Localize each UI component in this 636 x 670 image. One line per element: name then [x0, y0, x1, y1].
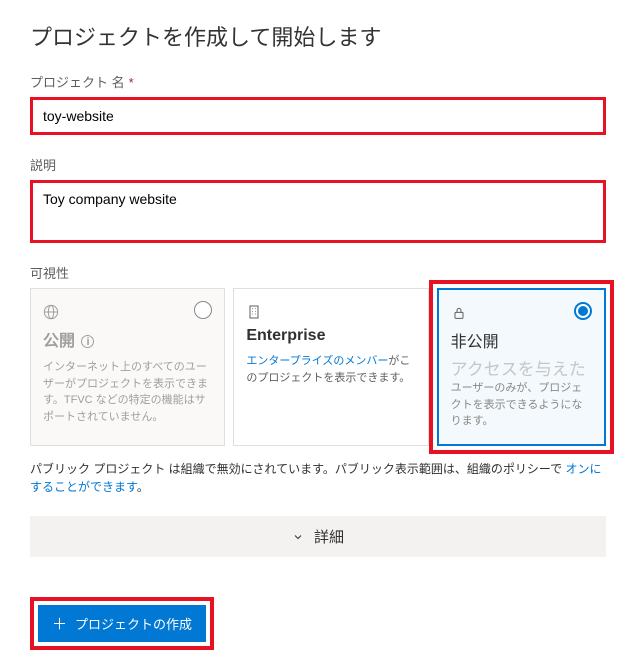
create-project-button[interactable]: ＋ プロジェクトの作成 — [38, 605, 206, 642]
policy-note: パブリック プロジェクト は組織で無効にされています。パブリック表示範囲は、組織… — [30, 460, 606, 496]
radio-public — [194, 301, 212, 319]
create-section: ＋ プロジェクトの作成 — [30, 597, 606, 650]
visibility-field: 可視性 公開 i インターネット上のすべてのユーザーがプロジェクトを表示できます… — [30, 263, 606, 496]
chevron-down-icon — [292, 529, 304, 543]
visibility-private-highlight: 非公開 アクセスを与えた ユーザーのみが、プロジェクトを表示できるようになります… — [429, 280, 614, 454]
required-asterisk: * — [129, 75, 134, 90]
plus-icon: ＋ — [52, 613, 67, 634]
lock-icon — [451, 304, 467, 322]
create-button-label: プロジェクトの作成 — [75, 614, 192, 633]
visibility-private-title: 非公開 — [451, 328, 592, 352]
create-button-highlight: ＋ プロジェクトの作成 — [30, 597, 214, 650]
info-icon: i — [81, 335, 94, 348]
project-name-highlight — [30, 97, 606, 135]
description-label: 説明 — [30, 155, 606, 174]
globe-icon — [43, 303, 59, 321]
visibility-enterprise-desc: エンタープライズのメンバーがこのプロジェクトを表示できます。 — [246, 353, 415, 386]
visibility-card-enterprise[interactable]: Enterprise エンタープライズのメンバーがこのプロジェクトを表示できます… — [233, 288, 428, 446]
visibility-enterprise-link[interactable]: エンタープライズのメンバーがこのプロジェクトを表示できます。 — [246, 353, 415, 386]
details-expander[interactable]: 詳細 — [30, 516, 606, 557]
project-name-label: プロジェクト 名* — [30, 72, 606, 91]
radio-private[interactable] — [574, 302, 592, 320]
visibility-private-subtitle: アクセスを与えた — [451, 360, 592, 380]
project-name-field: プロジェクト 名* — [30, 72, 606, 135]
page-title: プロジェクトを作成して開始します — [30, 20, 606, 52]
description-input[interactable]: Toy company website — [33, 183, 603, 235]
building-icon — [246, 303, 262, 321]
visibility-card-public: 公開 i インターネット上のすべてのユーザーがプロジェクトを表示できます。TFV… — [30, 288, 225, 446]
visibility-card-private[interactable]: 非公開 アクセスを与えた ユーザーのみが、プロジェクトを表示できるようになります… — [437, 288, 606, 446]
description-field: 説明 Toy company website — [30, 155, 606, 243]
visibility-public-desc: インターネット上のすべてのユーザーがプロジェクトを表示できます。TFVC などの… — [43, 359, 212, 425]
visibility-private-desc: ユーザーのみが、プロジェクトを表示できるようになります。 — [451, 380, 592, 430]
details-label: 詳細 — [314, 526, 344, 547]
visibility-public-title: 公開 i — [43, 327, 212, 351]
description-highlight: Toy company website — [30, 180, 606, 243]
visibility-options: 公開 i インターネット上のすべてのユーザーがプロジェクトを表示できます。TFV… — [30, 288, 606, 446]
visibility-enterprise-title: Enterprise — [246, 327, 415, 345]
project-name-input[interactable] — [33, 100, 603, 132]
